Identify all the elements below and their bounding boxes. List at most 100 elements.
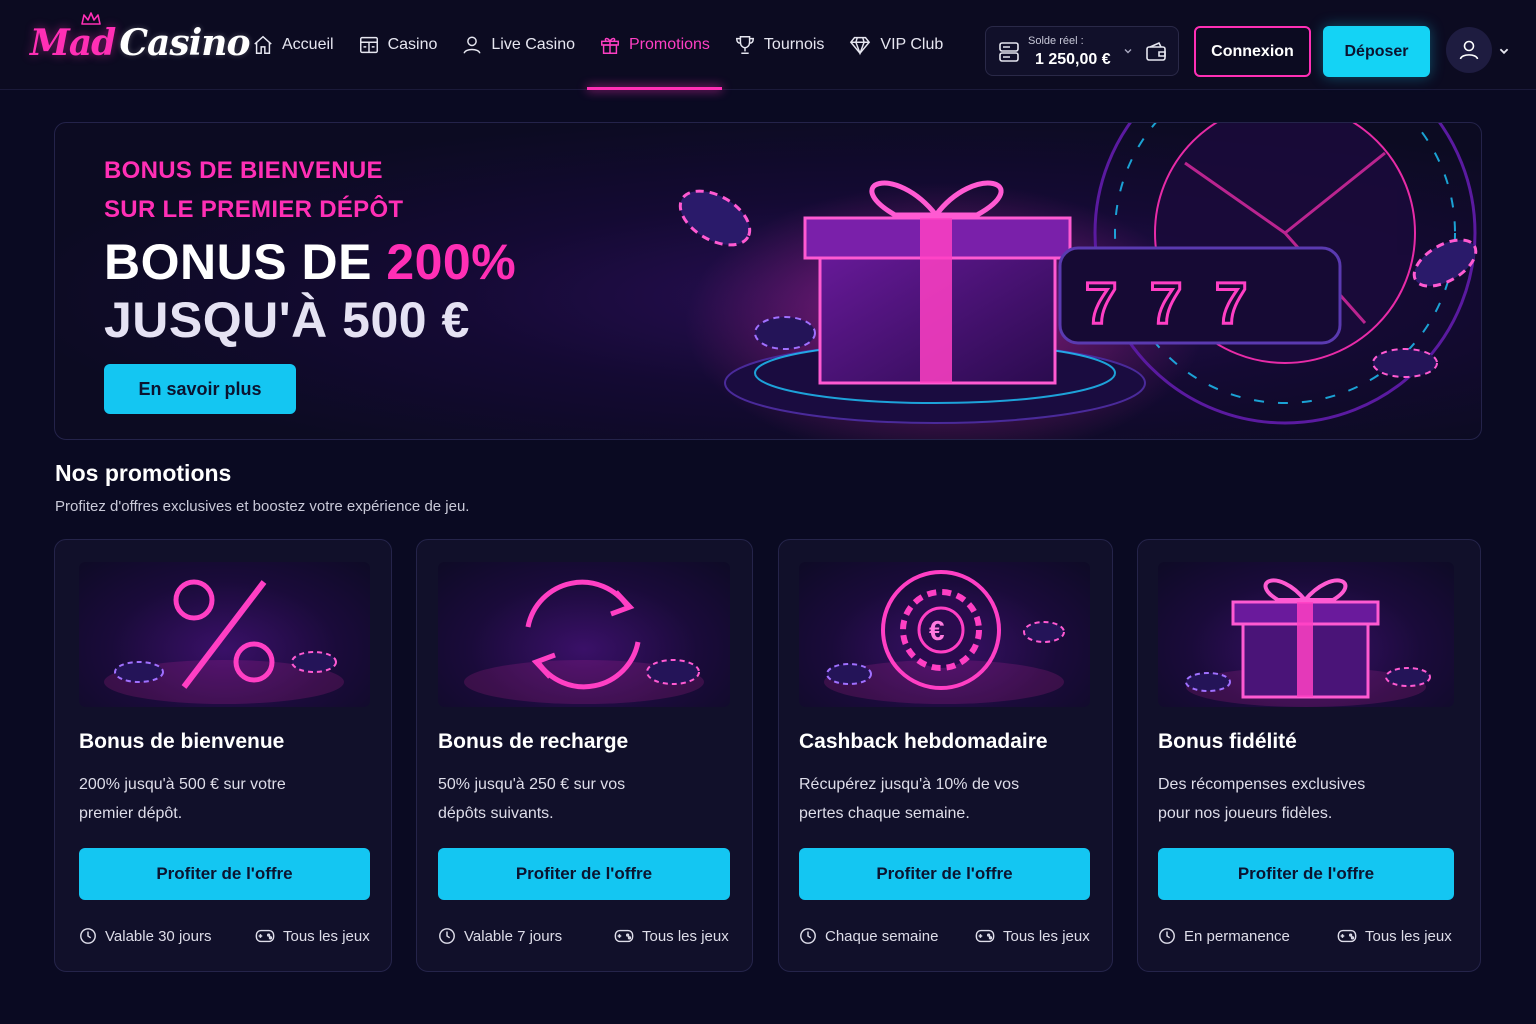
promo-card-description: 200% jusqu'à 500 € sur votre premier dép…	[79, 770, 286, 828]
mad-casino-logo[interactable]: Mad Casino	[30, 12, 250, 72]
diamond-icon	[850, 36, 871, 56]
login-button[interactable]: Connexion	[1194, 26, 1311, 77]
nav-item-tournois[interactable]: Tournois	[722, 0, 836, 90]
promo-card-title: Bonus fidélité	[1158, 730, 1297, 753]
chevron-down-icon[interactable]	[1123, 46, 1133, 56]
promo-card-image	[79, 562, 370, 707]
nav-label: Tournois	[763, 36, 825, 53]
promo-card-title: Bonus de recharge	[438, 730, 629, 753]
validity-text: Valable 7 jours	[464, 927, 563, 945]
section-title: Nos promotions	[55, 460, 232, 486]
promo-card-title: Cashback hebdomadaire	[799, 730, 1048, 753]
validity-text: Chaque semaine	[825, 927, 939, 945]
nav-label: Accueil	[282, 36, 334, 53]
wallet-icon[interactable]	[1144, 40, 1168, 64]
home-icon	[254, 35, 272, 54]
games-info: Tous les jeux	[975, 927, 1090, 945]
games-text: Tous les jeux	[283, 927, 370, 945]
nav-label: Promotions	[629, 36, 710, 53]
svg-text:7: 7	[1150, 271, 1182, 336]
claim-offer-button[interactable]: Profiter de l'offre	[1158, 848, 1454, 900]
promo-card-description: Des récompenses exclusives pour nos joue…	[1158, 770, 1365, 828]
promo-card-desc-line: Récupérez jusqu'à 10% de vos	[799, 776, 1020, 793]
avatar[interactable]	[1446, 27, 1492, 73]
trophy-icon	[735, 36, 754, 54]
clock-icon	[439, 928, 455, 944]
validity-text: En permanence	[1184, 927, 1290, 945]
balance-label: Solde réel :	[1028, 35, 1084, 47]
hero-subtitle-line1: BONUS DE BIENVENUE	[104, 157, 383, 184]
hero-title: BONUS DE 200% JUSQU'À 500 €	[104, 233, 516, 349]
svg-text:7: 7	[1085, 271, 1117, 336]
games-info: Tous les jeux	[614, 927, 729, 945]
clock-icon	[800, 928, 816, 944]
hero-subtitle: BONUS DE BIENVENUE SUR LE PREMIER DÉPÔT	[104, 151, 403, 229]
user-icon	[463, 36, 481, 54]
promo-card-desc-line: dépôts suivants.	[438, 805, 554, 822]
bank-card-icon	[999, 42, 1019, 62]
promo-card-desc-line: premier dépôt.	[79, 805, 183, 822]
nav-item-casino[interactable]: Casino	[346, 0, 450, 90]
euro-chip-icon: €	[824, 570, 1065, 704]
nav-item-live-casino[interactable]: Live Casino	[449, 0, 587, 90]
hero-title-prefix: BONUS DE	[104, 234, 387, 290]
refresh-icon	[464, 579, 704, 704]
games-text: Tous les jeux	[642, 927, 729, 945]
percent-icon	[104, 579, 344, 704]
hero-title-highlight: 200%	[386, 234, 517, 290]
validity-info: Chaque semaine	[799, 927, 938, 945]
crown-icon	[81, 12, 101, 25]
claim-offer-button[interactable]: Profiter de l'offre	[799, 848, 1090, 900]
balance-widget[interactable]: Solde réel : 1 250,00 €	[985, 26, 1179, 76]
promo-card-desc-line: pour nos joueurs fidèles.	[1158, 805, 1333, 822]
games-text: Tous les jeux	[1365, 927, 1452, 945]
nav-item-promotions[interactable]: Promotions	[587, 0, 722, 90]
promo-card-desc-line: 200% jusqu'à 500 € sur votre	[79, 776, 286, 793]
promo-card-title: Bonus de bienvenue	[79, 730, 285, 753]
gift-icon	[1185, 578, 1431, 707]
balance-value: 1 250,00 €	[1035, 51, 1111, 68]
claim-offer-button[interactable]: Profiter de l'offre	[438, 848, 730, 900]
promo-card-cashback: € Cashback hebdomadaire Récupérez jusqu'…	[778, 539, 1113, 972]
clock-icon	[80, 928, 96, 944]
hero-illustration: 7 7 7	[678, 123, 1478, 439]
promo-card-description: Récupérez jusqu'à 10% de vos pertes chaq…	[799, 770, 1019, 828]
nav-item-accueil[interactable]: Accueil	[240, 0, 346, 90]
promo-card-desc-line: Des récompenses exclusives	[1158, 776, 1366, 793]
validity-info: Valable 7 jours	[438, 927, 562, 945]
promo-card-image: €	[799, 562, 1090, 707]
promo-card-image	[438, 562, 730, 707]
learn-more-button[interactable]: En savoir plus	[104, 364, 296, 414]
deposit-button[interactable]: Déposer	[1323, 26, 1430, 77]
section-subtitle: Profitez d'offres exclusives et boostez …	[55, 498, 470, 515]
user-icon	[1459, 40, 1479, 60]
gift-icon	[601, 37, 619, 54]
chevron-down-icon[interactable]	[1498, 45, 1510, 57]
casino-icon	[359, 36, 378, 54]
claim-offer-button[interactable]: Profiter de l'offre	[79, 848, 370, 900]
validity-text: Valable 30 jours	[105, 927, 212, 945]
logo-word-2: Casino	[119, 22, 250, 64]
promo-card-welcome: Bonus de bienvenue 200% jusqu'à 500 € su…	[54, 539, 392, 972]
gamepad-icon	[255, 929, 275, 943]
nav-label: Casino	[387, 36, 438, 53]
promo-card-loyalty: Bonus fidélité Des récompenses exclusive…	[1137, 539, 1481, 972]
main-nav: Accueil Casino Live Casino Promotions To…	[240, 0, 955, 90]
hero-subtitle-line2: SUR LE PREMIER DÉPÔT	[104, 196, 404, 223]
games-text: Tous les jeux	[1003, 927, 1090, 945]
hero-banner: 7 7 7 BONUS DE BIENVENUE SUR LE PREMIER …	[54, 122, 1482, 440]
nav-label: VIP Club	[880, 36, 944, 53]
promo-card-description: 50% jusqu'à 250 € sur vos dépôts suivant…	[438, 770, 625, 828]
nav-label: Live Casino	[491, 36, 575, 53]
gamepad-icon	[975, 929, 995, 943]
promo-card-desc-line: pertes chaque semaine.	[799, 805, 970, 822]
games-info: Tous les jeux	[255, 927, 370, 945]
promo-card-image	[1158, 562, 1454, 707]
logo-word-1: Mad	[30, 22, 116, 64]
svg-text:€: €	[929, 615, 945, 646]
validity-info: En permanence	[1158, 927, 1290, 945]
svg-text:7: 7	[1215, 271, 1247, 336]
promo-card-desc-line: 50% jusqu'à 250 € sur vos	[438, 776, 626, 793]
nav-item-vip-club[interactable]: VIP Club	[836, 0, 955, 90]
games-info: Tous les jeux	[1337, 927, 1452, 945]
